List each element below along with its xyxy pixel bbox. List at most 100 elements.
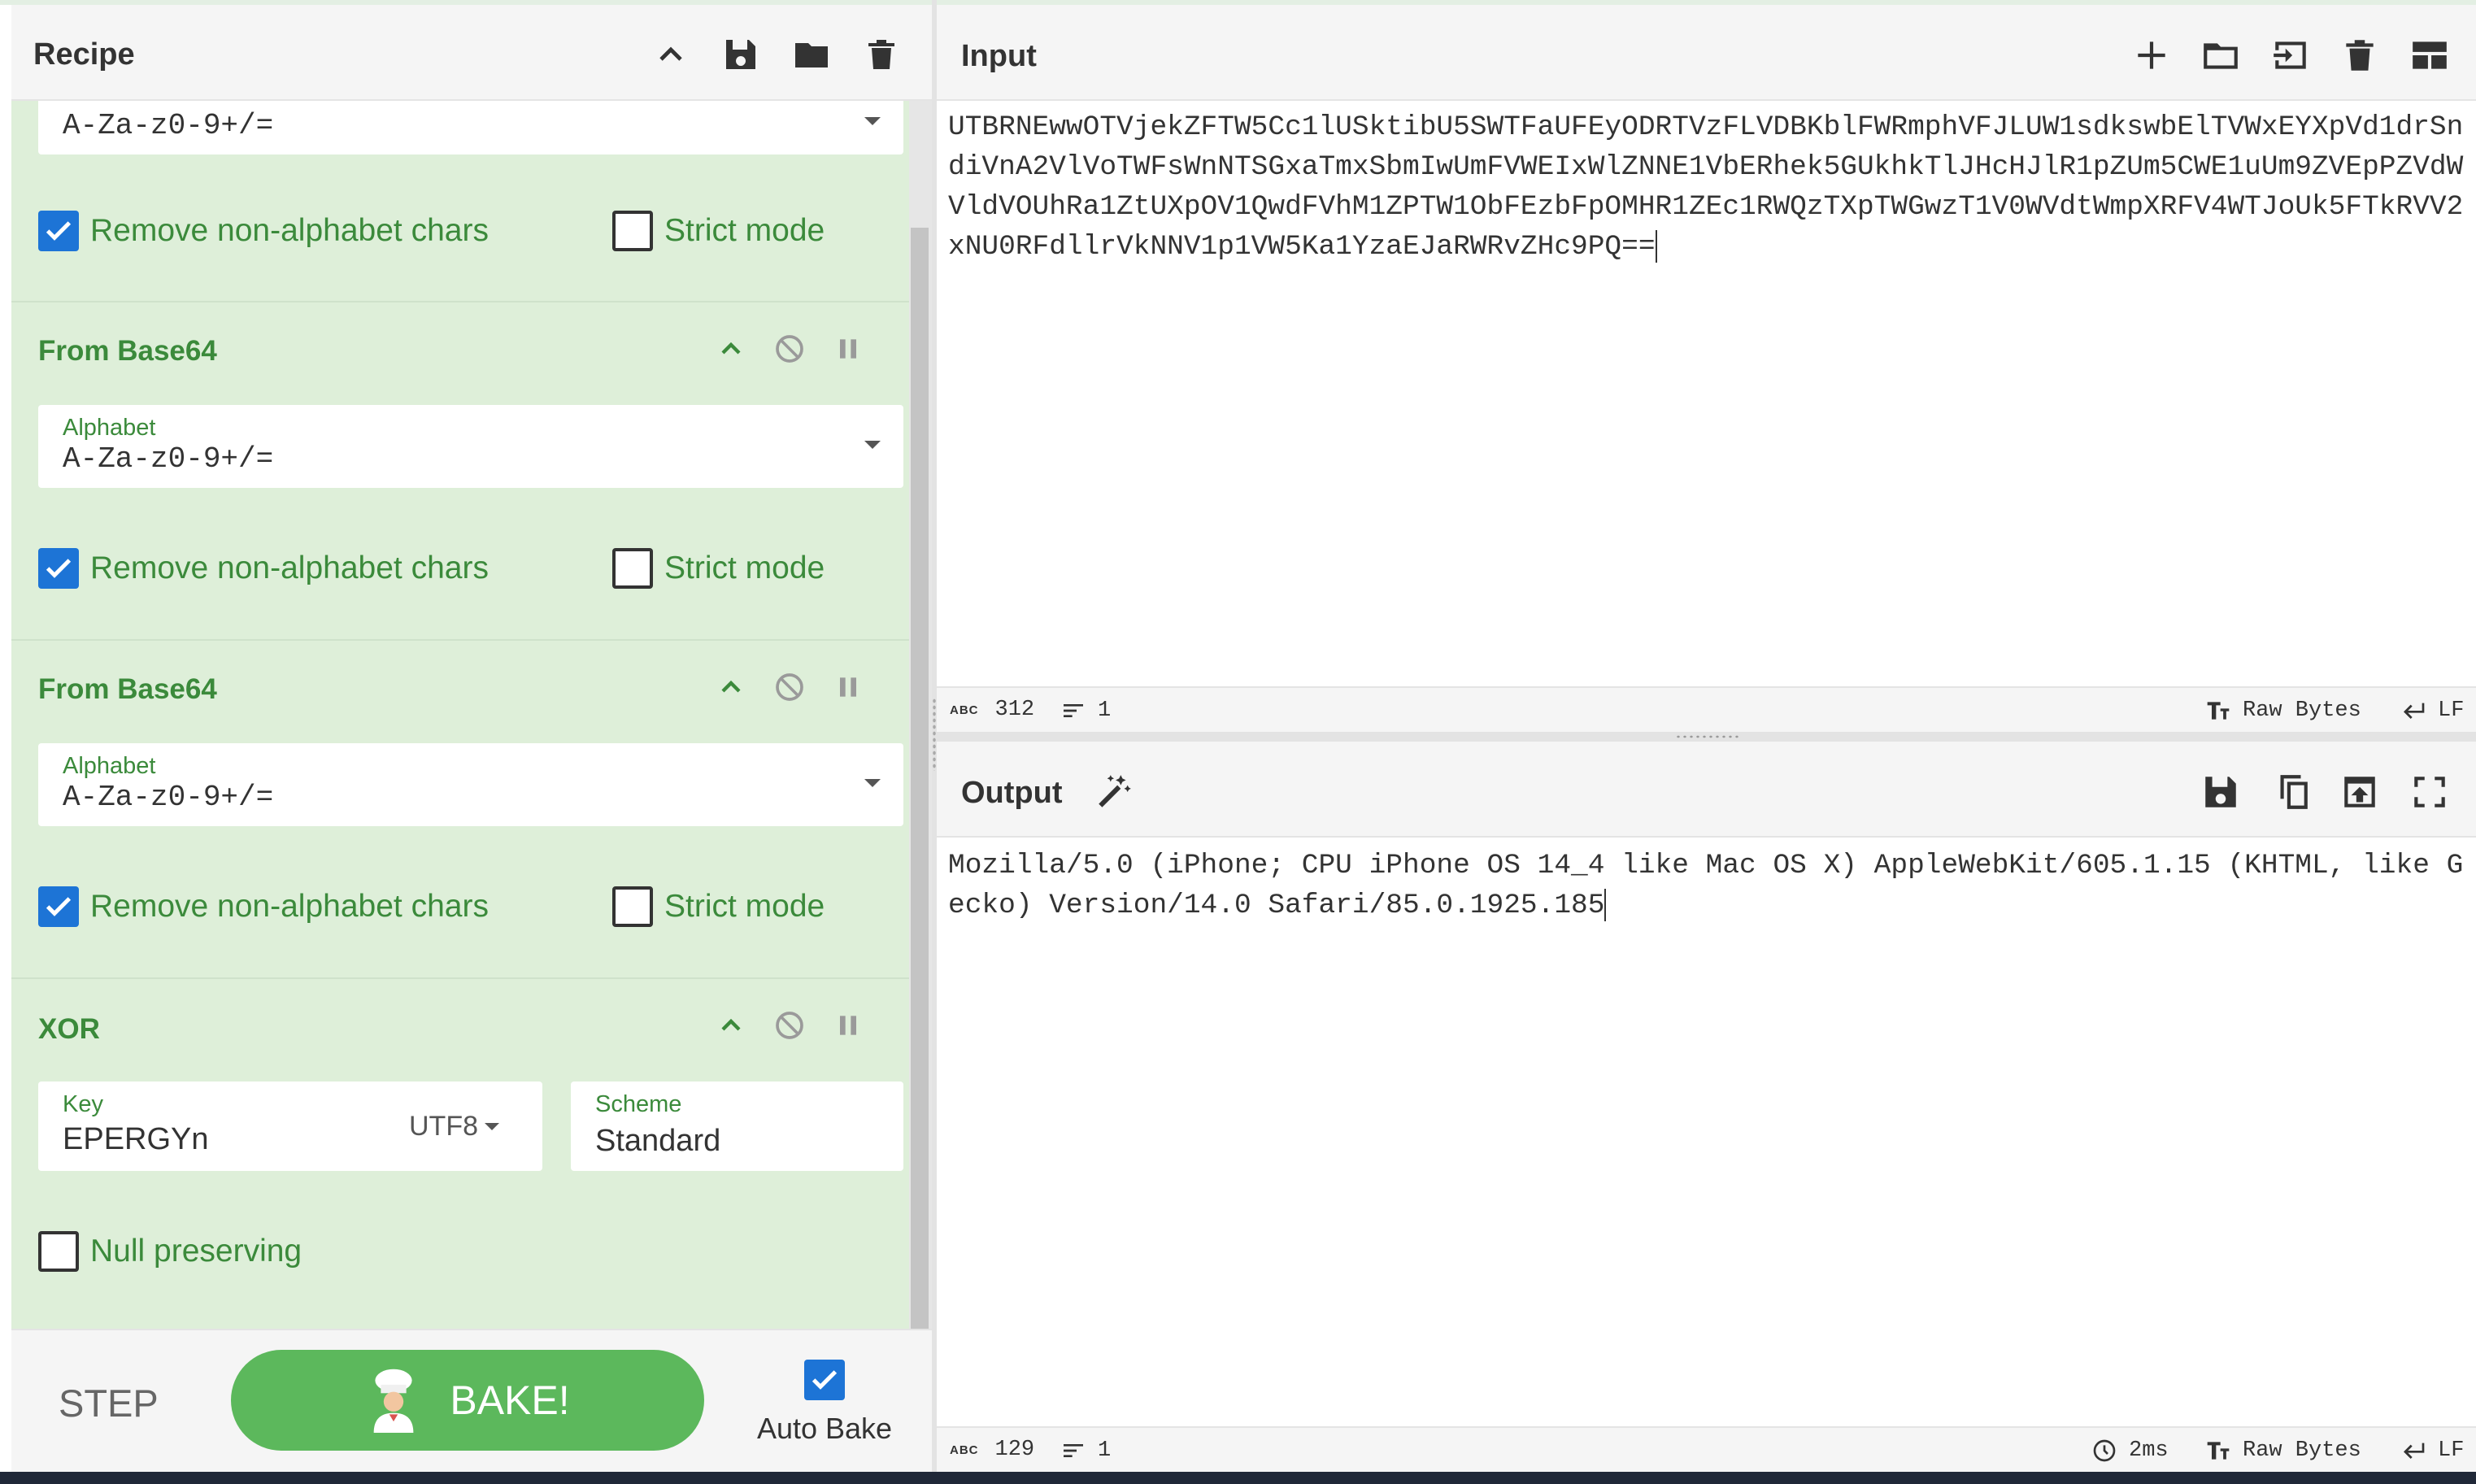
save-icon[interactable] — [2196, 768, 2245, 816]
eol-indicator[interactable]: LF — [2400, 698, 2464, 724]
strict-mode-checkbox[interactable]: Strict mode — [612, 886, 825, 927]
disable-icon[interactable] — [771, 668, 808, 706]
chevron-down-icon — [864, 779, 881, 787]
alphabet-select[interactable]: Alphabet A-Za-z0-9+/= — [38, 743, 903, 826]
scheme-value: Standard — [595, 1124, 721, 1158]
disable-icon[interactable] — [771, 330, 808, 368]
splitter-grip[interactable] — [1675, 734, 1740, 739]
folder-icon[interactable] — [790, 33, 833, 76]
input-title: Input — [961, 39, 1037, 73]
output-panel: Output Mozilla/5.0 (iPhone; CPU iPhone O… — [937, 742, 2476, 1472]
xor-scheme-select[interactable]: Scheme Standard — [571, 1081, 903, 1171]
sign-in-icon[interactable] — [2266, 31, 2315, 80]
checkbox-checked[interactable] — [38, 886, 79, 927]
text-cursor — [1604, 888, 1607, 921]
alphabet-value: A-Za-z0-9+/= — [63, 109, 274, 142]
autobake-checkbox[interactable]: Auto Bake — [751, 1360, 898, 1446]
null-preserving-checkbox[interactable]: Null preserving — [38, 1231, 302, 1272]
checkbox-checked[interactable] — [38, 211, 79, 251]
checkbox-checked[interactable] — [38, 548, 79, 589]
length-indicator: ABC 312 — [950, 698, 1034, 722]
chevron-up-icon[interactable] — [712, 330, 750, 368]
input-header: Input — [937, 5, 2476, 101]
plus-icon[interactable] — [2127, 31, 2176, 80]
pause-icon[interactable] — [829, 1007, 867, 1044]
checkbox-label: Strict mode — [664, 551, 825, 585]
checkbox-unchecked[interactable] — [612, 211, 653, 251]
abc-icon: ABC — [950, 703, 979, 717]
bake-button[interactable]: BAKE! — [231, 1350, 704, 1451]
length-indicator: ABC 129 — [950, 1438, 1034, 1462]
folder-icon[interactable] — [2196, 31, 2245, 80]
output-status-bar: ABC 129 1 2ms Raw Bytes LF — [937, 1426, 2476, 1472]
copy-icon[interactable] — [2266, 768, 2315, 816]
strict-mode-checkbox[interactable]: Strict mode — [612, 548, 825, 589]
checkbox-label: Remove non-alphabet chars — [90, 551, 489, 585]
chevron-up-icon[interactable] — [712, 668, 750, 706]
lines-indicator: 1 — [1060, 698, 1111, 724]
alphabet-label: Alphabet — [63, 753, 156, 779]
remove-non-alphabet-checkbox[interactable]: Remove non-alphabet chars — [38, 548, 489, 589]
output-title: Output — [961, 776, 1063, 810]
save-icon[interactable] — [719, 33, 763, 76]
input-textarea[interactable]: UTBRNEwwOTVjekZFTW5Cc1lUSktibU5SWTFaUFEy… — [948, 107, 2467, 677]
checkbox-unchecked[interactable] — [612, 548, 653, 589]
remove-non-alphabet-checkbox[interactable]: Remove non-alphabet chars — [38, 886, 489, 927]
checkbox-label: Strict mode — [664, 213, 825, 248]
chevron-up-icon[interactable] — [649, 33, 693, 76]
alphabet-select[interactable]: A-Za-z0-9+/= — [38, 101, 903, 154]
output-lines: 1 — [1098, 1438, 1112, 1463]
operation-title: From Base64 — [38, 335, 217, 367]
input-format: Raw Bytes — [2243, 698, 2361, 723]
chevron-up-icon[interactable] — [712, 1007, 750, 1044]
pause-icon[interactable] — [829, 330, 867, 368]
strict-mode-checkbox[interactable]: Strict mode — [612, 211, 825, 251]
format-indicator[interactable]: Raw Bytes — [2205, 1438, 2361, 1464]
checkbox-unchecked[interactable] — [38, 1231, 79, 1272]
step-button[interactable]: STEP — [59, 1381, 159, 1425]
checkbox-label: Remove non-alphabet chars — [90, 213, 489, 248]
pause-icon[interactable] — [829, 668, 867, 706]
replace-input-icon[interactable] — [2335, 768, 2384, 816]
output-textarea[interactable]: Mozilla/5.0 (iPhone; CPU iPhone OS 14_4 … — [948, 846, 2467, 1334]
input-text: UTBRNEwwOTVjekZFTW5Cc1lUSktibU5SWTFaUFEy… — [948, 111, 2464, 263]
lines-icon — [1064, 1444, 1083, 1457]
operation-title: From Base64 — [38, 673, 217, 705]
magic-wand-icon[interactable] — [1090, 768, 1138, 816]
checkbox-checked[interactable] — [804, 1360, 845, 1400]
bake-label: BAKE! — [450, 1377, 570, 1423]
output-format: Raw Bytes — [2243, 1438, 2361, 1463]
format-indicator[interactable]: Raw Bytes — [2205, 698, 2361, 724]
chevron-down-icon — [864, 441, 881, 449]
bake-controls: STEP BAKE! Auto Bake — [11, 1329, 932, 1472]
trash-icon[interactable] — [2335, 31, 2384, 80]
chevron-down-icon — [864, 117, 881, 125]
output-text: Mozilla/5.0 (iPhone; CPU iPhone OS 14_4 … — [948, 850, 2464, 921]
chef-icon — [373, 1369, 414, 1433]
recipe-title: Recipe — [33, 37, 135, 72]
input-eol: LF — [2438, 698, 2465, 723]
input-length: 312 — [994, 698, 1035, 722]
operation-title: XOR — [38, 1013, 100, 1045]
key-encoding-dropdown[interactable]: UTF8 — [409, 1111, 499, 1142]
trash-icon[interactable] — [859, 33, 903, 76]
xor-key-field[interactable]: Key EPERGYn UTF8 — [38, 1081, 542, 1171]
checkbox-unchecked[interactable] — [612, 886, 653, 927]
recipe-scrollbar-thumb[interactable] — [911, 228, 929, 1329]
return-icon — [2404, 703, 2425, 719]
operation-divider — [11, 301, 909, 302]
alphabet-value: A-Za-z0-9+/= — [63, 781, 274, 814]
abc-icon: ABC — [950, 1443, 979, 1457]
text-cursor — [1655, 229, 1657, 263]
disable-icon[interactable] — [771, 1007, 808, 1044]
layout-icon[interactable] — [2405, 31, 2454, 80]
alphabet-select[interactable]: Alphabet A-Za-z0-9+/= — [38, 405, 903, 488]
eol-indicator[interactable]: LF — [2400, 1438, 2464, 1464]
remove-non-alphabet-checkbox[interactable]: Remove non-alphabet chars — [38, 211, 489, 251]
scheme-label: Scheme — [595, 1091, 682, 1117]
operation-divider — [11, 977, 909, 979]
fullscreen-icon[interactable] — [2405, 768, 2454, 816]
lines-indicator: 1 — [1060, 1438, 1111, 1464]
input-panel: Input UTBRNEwwOTVjekZFTW5Cc1lUSktibU5SWT… — [937, 0, 2476, 732]
lines-icon — [1064, 704, 1083, 717]
